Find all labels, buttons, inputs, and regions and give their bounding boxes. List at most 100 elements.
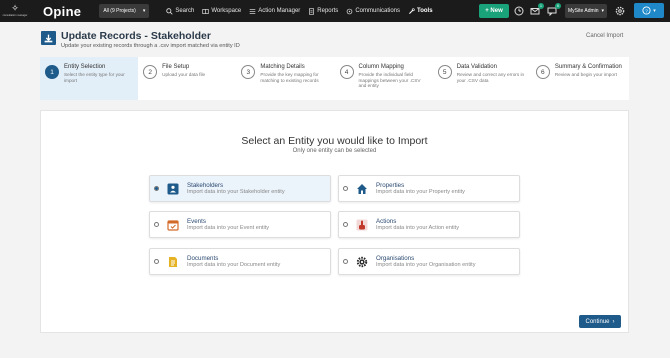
calendar-icon (166, 218, 180, 232)
step-title: Matching Details (260, 64, 305, 70)
stakeholders-icon (166, 182, 180, 196)
page-title: Update Records - Stakeholder (61, 30, 211, 42)
step-number: 5 (437, 65, 452, 79)
step-description: Provide the individual field mappings be… (358, 72, 421, 88)
entity-option-organisations[interactable]: Organisations Import data into your Organ… (338, 248, 520, 275)
chevron-down-icon: ▾ (601, 8, 604, 14)
cancel-import-link[interactable]: Cancel Import (586, 33, 623, 39)
entity-option-documents[interactable]: Documents Import data into your Document … (149, 248, 331, 275)
project-select-value: All (9 Projects) (103, 8, 136, 14)
nav-search-label: Search (175, 8, 195, 14)
nav-reports[interactable]: Reports (308, 7, 339, 15)
entity-description: Import data into your Stakeholder entity (187, 188, 285, 195)
mail-badge: 1 (538, 3, 544, 9)
step-title: Column Mapping (358, 64, 404, 70)
step-file-setup[interactable]: 2 File Setup Upload your data file (138, 57, 236, 100)
nav-tools[interactable]: Tools (408, 7, 433, 15)
nav-action-manager[interactable]: Action Manager (249, 8, 300, 15)
notifications-button[interactable]: 6 (546, 3, 561, 17)
import-steps: 1 Entity Selection Select the entity type… (40, 57, 629, 100)
entity-description: Import data into your Event entity (187, 224, 270, 231)
admin-select-value: MySite Admin (568, 8, 599, 14)
list-icon (249, 8, 256, 14)
card-title: Select an Entity you would like to Impor… (241, 135, 428, 147)
step-description: Review and correct any errors in your .C… (456, 72, 525, 83)
nav-action-manager-label: Action Manager (258, 8, 301, 14)
notifications-badge: 6 (555, 3, 561, 9)
project-select[interactable]: All (9 Projects) ▾ (99, 4, 150, 18)
mail-button[interactable]: 1 (529, 3, 544, 17)
continue-label: Continue (585, 318, 610, 325)
radio-button[interactable] (154, 186, 159, 191)
nav-communications-label: Communications (355, 8, 400, 14)
entity-name: Documents (187, 254, 219, 262)
entity-description: Import data into your Organisation entit… (376, 261, 476, 268)
chevron-down-icon: ▾ (142, 8, 146, 14)
chevron-right-icon: › (612, 318, 615, 325)
entity-description: Import data into your Property entity (376, 188, 465, 195)
nav-search[interactable]: Search (166, 7, 195, 15)
step-entity-selection[interactable]: 1 Entity Selection Select the entity type… (40, 57, 139, 100)
clock-icon (514, 6, 524, 16)
hand-pointer-icon (355, 218, 369, 232)
radio-button[interactable] (154, 259, 159, 264)
continue-button[interactable]: Continue › (579, 315, 621, 328)
step-title: Summary & Confirmation (554, 64, 622, 70)
entity-name: Stakeholders (187, 181, 224, 189)
chevron-down-icon: ▾ (653, 7, 656, 14)
entity-selection-card: Select an Entity you would like to Impor… (40, 110, 629, 333)
step-number: 3 (241, 65, 256, 79)
nav-reports-label: Reports (317, 8, 339, 14)
entity-option-actions[interactable]: Actions Import data into your Action enti… (338, 211, 520, 238)
brand-name[interactable]: Opine (43, 4, 81, 19)
card-subtitle: Only one entity can be selected (292, 148, 377, 154)
gear-icon (615, 6, 625, 16)
step-summary-confirmation[interactable]: 6 Summary & Confirmation Review and begin… (531, 57, 629, 100)
workspace-icon (202, 8, 210, 14)
entity-description: Import data into your Action entity (376, 224, 460, 231)
radio-button[interactable] (343, 259, 348, 264)
import-icon (41, 31, 56, 45)
radio-button[interactable] (343, 186, 348, 191)
gear-icon (355, 255, 369, 269)
nav-workspace-label: Workspace (211, 8, 242, 14)
logo-mark: ✧ (11, 4, 19, 14)
entity-option-stakeholders[interactable]: Stakeholders Import data into your Stakeh… (149, 175, 331, 202)
help-icon: ? (642, 6, 651, 15)
step-description: Select the entity type for your import (64, 72, 125, 83)
settings-button[interactable] (614, 5, 626, 17)
step-column-mapping[interactable]: 4 Column Mapping Provide the individual f… (335, 57, 433, 100)
house-icon (355, 182, 369, 196)
step-matching-details[interactable]: 3 Matching Details Provide the key mappin… (236, 57, 334, 100)
step-number: 1 (45, 65, 59, 79)
step-description: Provide the key mapping for matching to … (260, 72, 319, 83)
clock-button[interactable] (513, 5, 525, 17)
svg-text:?: ? (645, 8, 648, 14)
help-button[interactable]: ? ▾ (634, 3, 664, 18)
step-title: File Setup (162, 64, 190, 70)
step-data-validation[interactable]: 5 Data Validation Review and correct any … (433, 57, 531, 100)
entity-name: Properties (376, 181, 405, 189)
logo[interactable]: ✧ consultation manager (0, 0, 30, 22)
step-number: 4 (339, 65, 354, 79)
entity-option-events[interactable]: Events Import data into your Event entity (149, 211, 331, 238)
entity-name: Organisations (376, 254, 415, 262)
nav-workspace[interactable]: Workspace (202, 8, 241, 15)
admin-select[interactable]: MySite Admin ▾ (565, 4, 607, 18)
entity-name: Actions (376, 217, 397, 225)
nav-communications[interactable]: Communications (346, 8, 400, 15)
entity-description: Import data into your Document entity (187, 261, 281, 268)
step-number: 6 (535, 65, 550, 79)
new-button[interactable]: + New (479, 4, 509, 18)
radio-button[interactable] (154, 222, 159, 227)
logo-subtitle: consultation manager (2, 14, 28, 17)
document-icon (166, 255, 180, 269)
step-title: Data Validation (456, 64, 497, 70)
communications-icon (347, 8, 353, 14)
radio-button[interactable] (343, 222, 348, 227)
page-subtitle: Update your existing records through a .… (61, 43, 240, 49)
entity-option-properties[interactable]: Properties Import data into your Property… (338, 175, 520, 202)
step-description: Review and begin your import (554, 72, 617, 77)
nav-tools-label: Tools (417, 8, 433, 14)
entity-name: Events (187, 217, 206, 225)
